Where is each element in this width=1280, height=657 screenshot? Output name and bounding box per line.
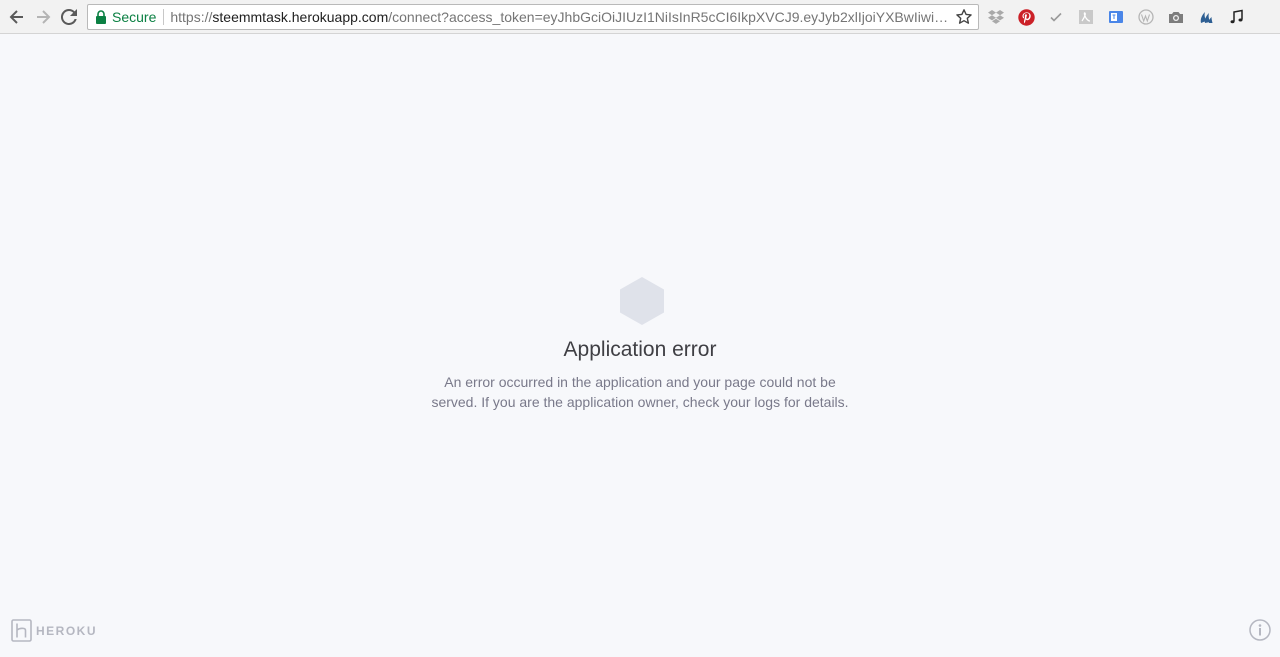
url-path: /connect?access_token=eyJhbGciOiJIUzI1Ni… [388, 9, 951, 25]
reload-icon [61, 9, 77, 25]
checkmark-extension[interactable] [1046, 7, 1066, 27]
forward-arrow-icon [37, 10, 51, 24]
wordpress-icon [1138, 9, 1154, 25]
pdf-icon [1079, 10, 1093, 24]
url-text[interactable]: https://steemmtask.herokuapp.com/connect… [170, 9, 950, 25]
error-title: Application error [563, 338, 717, 361]
info-icon[interactable] [1249, 619, 1271, 641]
music-note-icon [1230, 9, 1243, 24]
forward-button[interactable] [32, 6, 54, 28]
steem-icon [1200, 12, 1213, 23]
camera-icon [1169, 12, 1183, 23]
url-scheme: https:// [170, 9, 213, 25]
heroku-icon [11, 619, 32, 642]
steem-extension[interactable] [1196, 7, 1216, 27]
lock-icon [96, 10, 106, 24]
dropbox-extension[interactable] [986, 7, 1006, 27]
checkmark-icon [1050, 12, 1062, 22]
error-message: An error occurred in the application and… [431, 374, 849, 410]
translate-icon [1109, 11, 1123, 23]
translate-extension[interactable] [1106, 7, 1126, 27]
pdf-extension[interactable] [1076, 7, 1096, 27]
back-button[interactable] [6, 6, 28, 28]
pinterest-icon [1017, 8, 1035, 26]
url-host: steemmtask.herokuapp.com [212, 9, 389, 25]
heroku-wordmark: HEROKU [36, 623, 98, 638]
heroku-logo[interactable]: HEROKU [11, 619, 97, 642]
address-bar[interactable]: Secure https://steemmtask.herokuapp.com/… [87, 4, 979, 30]
address-divider [163, 9, 165, 25]
back-arrow-icon [9, 10, 23, 24]
wordpress-extension[interactable] [1136, 7, 1156, 27]
browser-toolbar: Secure https://steemmtask.herokuapp.com/… [0, 0, 1280, 34]
music-extension[interactable] [1226, 7, 1246, 27]
camera-extension[interactable] [1166, 7, 1186, 27]
hexagon-icon [620, 277, 664, 325]
dropbox-icon [988, 10, 1004, 24]
reload-button[interactable] [58, 6, 80, 28]
secure-label: Secure [112, 9, 157, 25]
pinterest-extension[interactable] [1016, 7, 1036, 27]
bookmark-star-icon[interactable] [955, 8, 973, 26]
